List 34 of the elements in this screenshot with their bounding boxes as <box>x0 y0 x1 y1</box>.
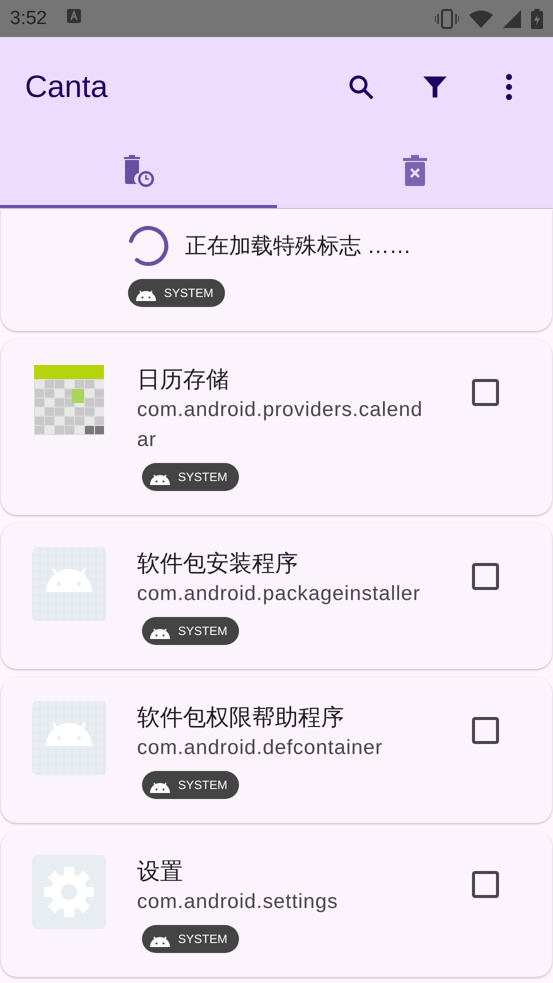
app-name: 日历存储 <box>137 365 229 394</box>
checkbox[interactable] <box>472 563 499 590</box>
app-name: 软件包权限帮助程序 <box>137 703 344 732</box>
clock-time: 3:52 <box>10 8 47 30</box>
package-name: com.android.packageinstaller <box>137 581 420 607</box>
app-name: 设置 <box>137 857 183 886</box>
badge-label: SYSTEM <box>178 624 228 638</box>
app-name: 软件包安装程序 <box>137 549 298 578</box>
android-icon <box>32 547 106 621</box>
battery-icon <box>531 8 543 28</box>
app-card[interactable]: 软件包权限帮助程序 com.android.defcontainer SYSTEM <box>1 677 552 823</box>
wifi-icon <box>469 10 493 28</box>
calendar-icon <box>32 363 106 437</box>
badge-label: SYSTEM <box>178 470 228 484</box>
vibrate-icon <box>435 8 459 28</box>
keyboard-icon <box>66 9 81 23</box>
package-name: com.android.defcontainer <box>137 735 383 761</box>
signal-icon <box>503 10 521 28</box>
checkbox[interactable] <box>472 717 499 744</box>
app-card[interactable]: 日历存储 com.android.providers.calendar SYSTEM <box>1 339 552 515</box>
app-card[interactable]: 软件包安装程序 com.android.packageinstaller SYSTEM <box>1 523 552 669</box>
android-icon <box>32 701 106 775</box>
package-name: com.android.settings <box>137 889 338 915</box>
loading-text: 正在加载特殊标志 …… <box>185 232 412 260</box>
app-card[interactable]: 设置 com.android.settings SYSTEM <box>1 831 552 977</box>
package-name: com.android.providers.calendar <box>137 397 424 453</box>
app-title: Canta <box>25 69 109 105</box>
badge-label: SYSTEM <box>178 932 228 946</box>
checkbox[interactable] <box>472 379 499 406</box>
trash-x-icon <box>402 155 427 187</box>
badge-label: SYSTEM <box>164 286 214 300</box>
badge-label: SYSTEM <box>178 778 228 792</box>
more-options-icon <box>505 73 513 101</box>
checkbox[interactable] <box>472 871 499 898</box>
